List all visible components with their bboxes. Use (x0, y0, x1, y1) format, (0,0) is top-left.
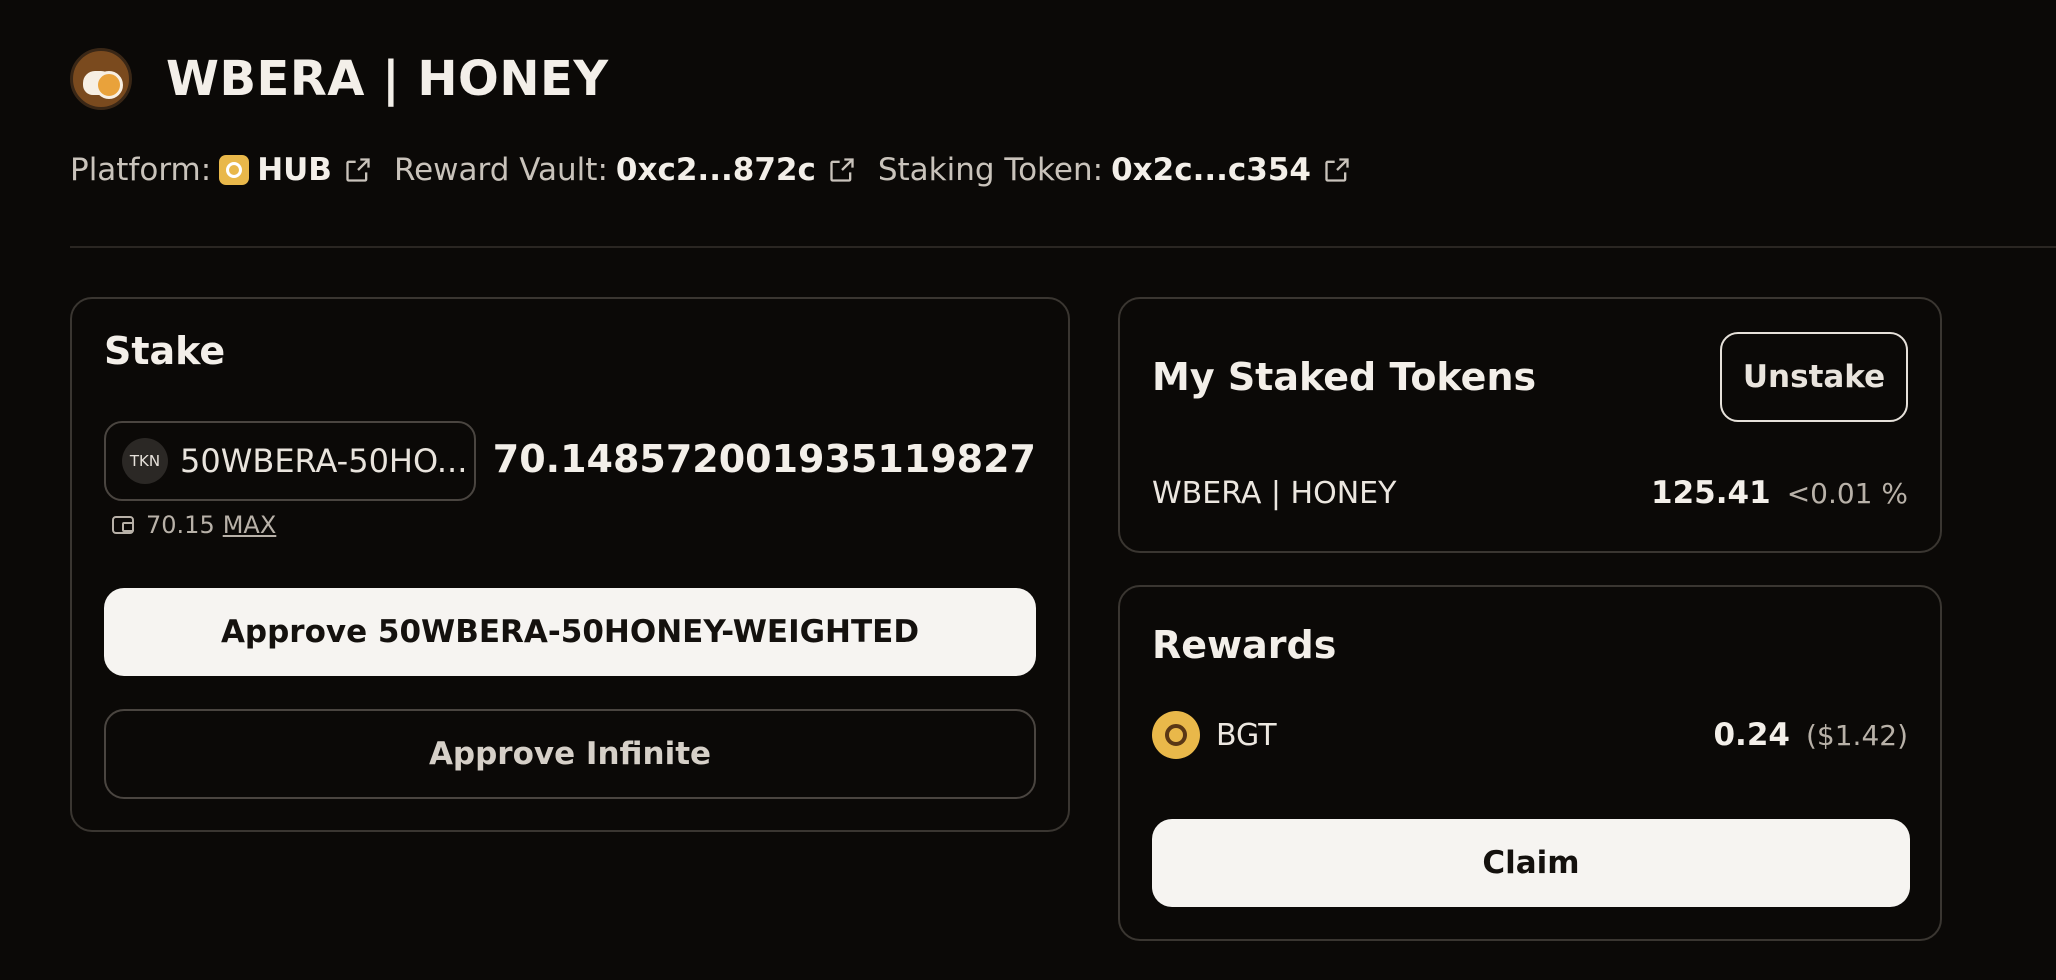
rewards-title: Rewards (1152, 623, 1337, 667)
reward-token-name: BGT (1216, 717, 1277, 753)
staked-share: <0.01 % (1786, 476, 1908, 510)
token-name: 50WBERA-50HO... (180, 442, 468, 480)
external-link-icon[interactable] (1323, 156, 1351, 184)
approve-button[interactable]: Approve 50WBERA-50HONEY-WEIGHTED (104, 588, 1036, 676)
reward-usd-value: ($1.42) (1805, 718, 1908, 752)
bgt-icon (1152, 711, 1200, 759)
staking-page: WBERA | HONEY Platform: HUB Reward Vault… (0, 0, 2056, 980)
staked-tokens-title: My Staked Tokens (1152, 355, 1537, 399)
token-selector[interactable]: TKN 50WBERA-50HO... (104, 421, 476, 501)
wbera-honey-pool-icon (70, 48, 132, 110)
header-divider (70, 246, 2056, 248)
unstake-button[interactable]: Unstake (1720, 332, 1908, 422)
wallet-balance: 70.15 MAX (112, 511, 276, 539)
token-icon: TKN (122, 438, 168, 484)
stake-card: Stake TKN 50WBERA-50HO... 70.14857200193… (70, 297, 1070, 832)
reward-vault-address[interactable]: 0xc2...872c (616, 152, 816, 188)
page-header: WBERA | HONEY (70, 48, 609, 110)
max-button[interactable]: MAX (223, 511, 277, 539)
claim-button[interactable]: Claim (1152, 819, 1910, 907)
platform-label: Platform: (70, 152, 212, 188)
stake-title: Stake (104, 329, 226, 373)
rewards-card: Rewards BGT 0.24 ($1.42) Claim (1118, 585, 1942, 941)
reward-vault-label: Reward Vault: (393, 152, 608, 188)
stake-amount-input[interactable]: 70.148572001935119827 (493, 437, 1036, 481)
staked-amount: 125.41 (1651, 475, 1771, 511)
platform-value[interactable]: HUB (257, 152, 332, 188)
external-link-icon[interactable] (344, 156, 372, 184)
approve-infinite-button[interactable]: Approve Infinite (104, 709, 1036, 799)
staked-token-row: WBERA | HONEY 125.41 <0.01 % (1152, 475, 1908, 511)
wallet-icon (112, 516, 134, 534)
staked-tokens-card: My Staked Tokens Unstake WBERA | HONEY 1… (1118, 297, 1942, 553)
staked-token-name: WBERA | HONEY (1152, 475, 1397, 511)
reward-row: BGT 0.24 ($1.42) (1152, 711, 1908, 759)
external-link-icon[interactable] (828, 156, 856, 184)
staking-token-address[interactable]: 0x2c...c354 (1111, 152, 1311, 188)
balance-value: 70.15 (146, 511, 215, 539)
staking-token-label: Staking Token: (877, 152, 1104, 188)
vault-meta: Platform: HUB Reward Vault: 0xc2...872c … (70, 152, 1373, 188)
reward-amount: 0.24 (1713, 717, 1790, 753)
page-title: WBERA | HONEY (166, 51, 609, 107)
hub-icon (219, 155, 250, 185)
